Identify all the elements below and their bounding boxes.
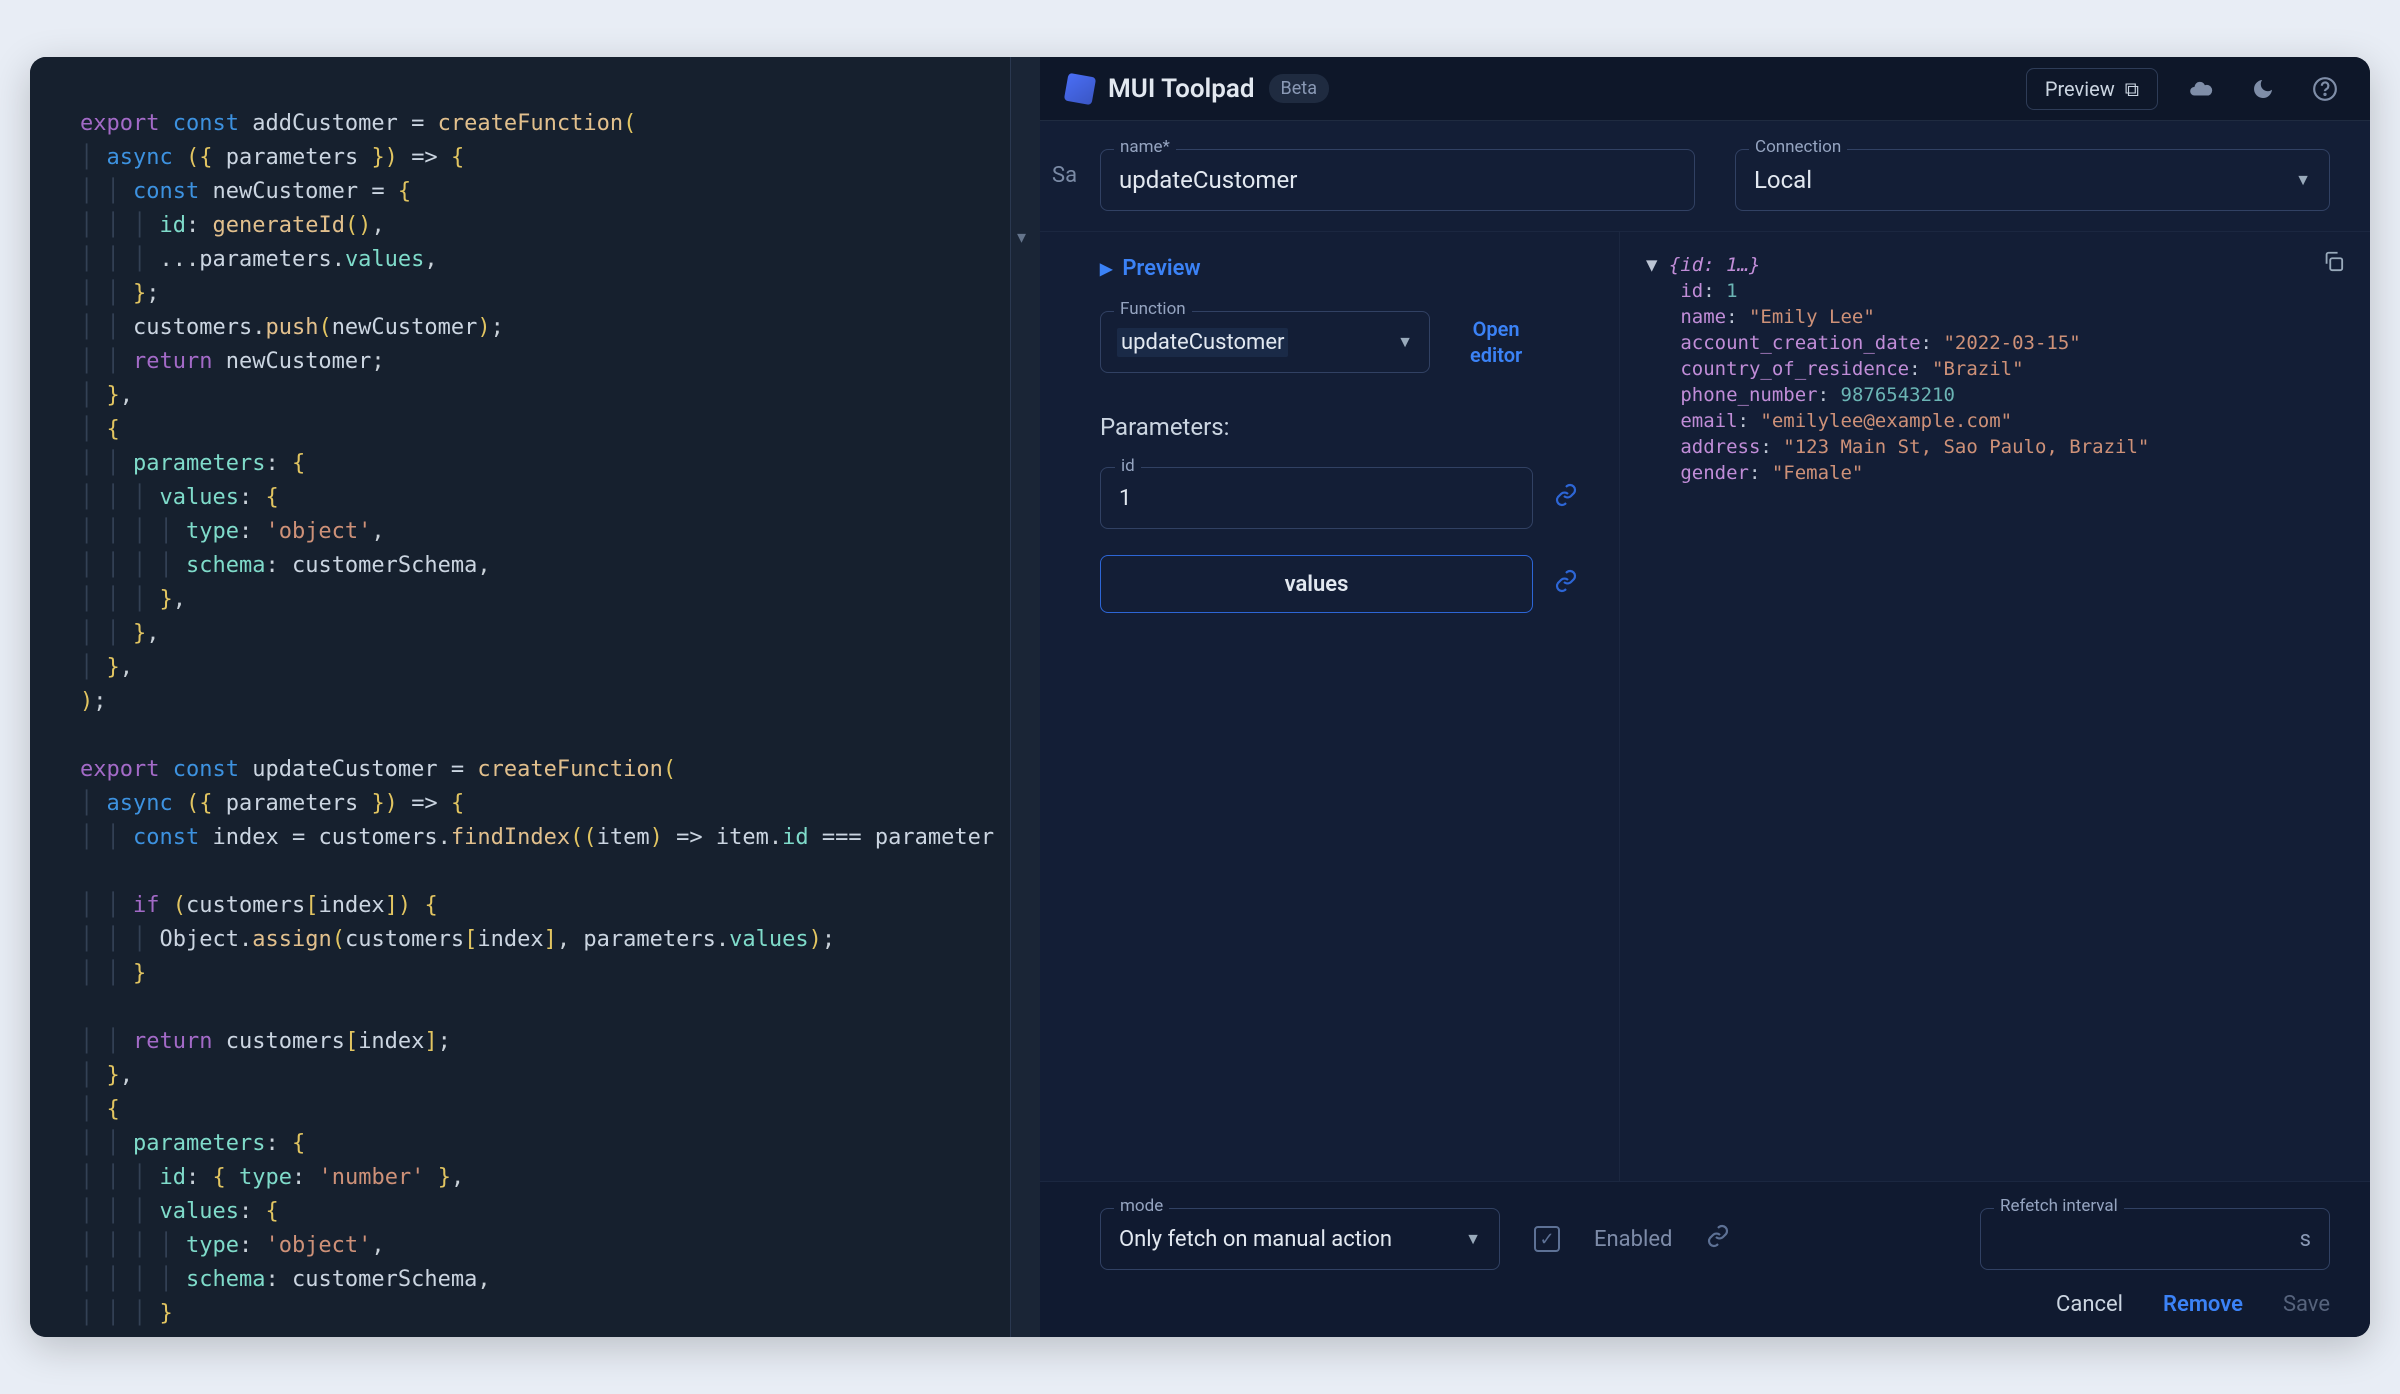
bind-param-icon[interactable] bbox=[1553, 483, 1579, 513]
save-button[interactable]: Save bbox=[2283, 1292, 2330, 1317]
open-external-icon: ⧉ bbox=[2125, 77, 2139, 101]
chevron-down-icon: ▼ bbox=[1465, 1229, 1481, 1249]
query-config-panel: Preview Function updateCustomer ▼ Open e… bbox=[1040, 232, 1620, 1181]
footer-row: mode Only fetch on manual action ▼ ✓ Ena… bbox=[1040, 1181, 2370, 1286]
name-field-value: updateCustomer bbox=[1119, 166, 1297, 194]
param-id-label: id bbox=[1115, 456, 1141, 476]
name-field[interactable]: name* updateCustomer bbox=[1100, 149, 1695, 211]
refetch-interval-label: Refetch interval bbox=[1994, 1196, 2124, 1216]
param-id-value: 1 bbox=[1119, 486, 1131, 511]
function-select[interactable]: Function updateCustomer ▼ bbox=[1100, 311, 1430, 373]
app-logo-icon bbox=[1064, 72, 1096, 104]
app-window: export const addCustomer = createFunctio… bbox=[30, 57, 2370, 1337]
main-area: Preview Function updateCustomer ▼ Open e… bbox=[1040, 232, 2370, 1181]
beta-badge: Beta bbox=[1269, 74, 1329, 103]
app-pane: Sa MUI Toolpad Beta Preview ⧉ name* bbox=[1040, 57, 2370, 1337]
app-title: MUI Toolpad bbox=[1108, 74, 1255, 104]
parameters-heading: Parameters: bbox=[1100, 413, 1579, 441]
topbar: MUI Toolpad Beta Preview ⧉ bbox=[1040, 57, 2370, 121]
connection-field-label: Connection bbox=[1749, 137, 1847, 157]
param-values-button[interactable]: values bbox=[1100, 555, 1533, 613]
bind-enabled-icon[interactable] bbox=[1706, 1224, 1730, 1254]
mode-label: mode bbox=[1114, 1196, 1169, 1216]
cancel-button[interactable]: Cancel bbox=[2056, 1292, 2123, 1317]
preview-button-label: Preview bbox=[2045, 77, 2115, 101]
remove-button[interactable]: Remove bbox=[2163, 1292, 2243, 1317]
code-content: export const addCustomer = createFunctio… bbox=[80, 107, 1040, 1331]
result-json[interactable]: ▼ {id: 1…} id: 1 name: "Emily Lee" accou… bbox=[1646, 252, 2344, 486]
code-gutter[interactable] bbox=[1010, 57, 1040, 1337]
bind-param-icon[interactable] bbox=[1553, 569, 1579, 599]
param-values-label: values bbox=[1285, 572, 1349, 597]
theme-toggle-icon[interactable] bbox=[2244, 70, 2282, 108]
refetch-interval-input[interactable]: Refetch interval s bbox=[1980, 1208, 2330, 1270]
function-select-value: updateCustomer bbox=[1117, 328, 1288, 357]
open-editor-link[interactable]: Open editor bbox=[1470, 316, 1522, 368]
param-id-input[interactable]: id 1 bbox=[1100, 467, 1533, 529]
help-icon[interactable] bbox=[2306, 70, 2344, 108]
result-panel: ▼ {id: 1…} id: 1 name: "Emily Lee" accou… bbox=[1620, 232, 2370, 1181]
chevron-down-icon: ▼ bbox=[2295, 170, 2311, 190]
refetch-interval-unit: s bbox=[2300, 1227, 2311, 1252]
preview-run-button[interactable]: Preview bbox=[1100, 256, 1579, 281]
cloud-sync-icon[interactable] bbox=[2182, 70, 2220, 108]
connection-field[interactable]: Connection Local ▼ bbox=[1735, 149, 2330, 211]
mode-select[interactable]: mode Only fetch on manual action ▼ bbox=[1100, 1208, 1500, 1270]
preview-button[interactable]: Preview ⧉ bbox=[2026, 68, 2158, 110]
copy-result-icon[interactable] bbox=[2322, 250, 2344, 277]
name-field-label: name* bbox=[1114, 137, 1176, 157]
enabled-label: Enabled bbox=[1594, 1227, 1672, 1252]
mode-value: Only fetch on manual action bbox=[1119, 1227, 1392, 1252]
function-select-label: Function bbox=[1114, 299, 1192, 319]
enabled-checkbox[interactable]: ✓ bbox=[1534, 1226, 1560, 1252]
background-hint-text: Sa bbox=[1052, 163, 1077, 188]
preview-run-label: Preview bbox=[1122, 256, 1200, 281]
chevron-down-icon: ▼ bbox=[1397, 332, 1413, 352]
code-editor[interactable]: export const addCustomer = createFunctio… bbox=[30, 57, 1040, 1337]
config-row: name* updateCustomer Connection Local ▼ bbox=[1040, 121, 2370, 232]
connection-field-value: Local bbox=[1754, 166, 1812, 194]
action-row: Cancel Remove Save bbox=[1040, 1286, 2370, 1337]
